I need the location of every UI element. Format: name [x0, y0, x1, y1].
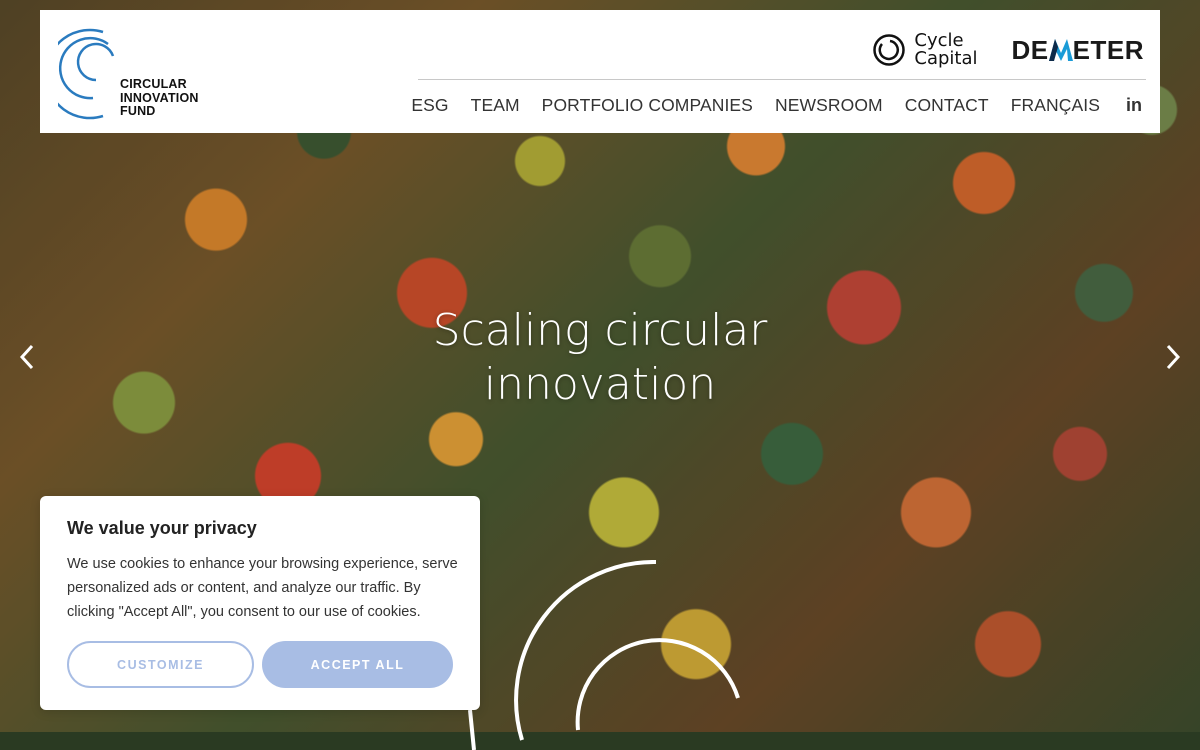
- cookie-title: We value your privacy: [67, 518, 257, 538]
- cookie-consent-panel: We value your privacy We use cookies to …: [40, 496, 480, 710]
- demeter-logo[interactable]: DE ETER: [1012, 35, 1144, 66]
- accept-all-button[interactable]: ACCEPT ALL: [262, 641, 453, 688]
- cycle-capital-logo[interactable]: Cycle Capital: [872, 32, 978, 68]
- logo-text: CIRCULAR INNOVATION FUND: [120, 77, 199, 119]
- partner-logos: Cycle Capital DE ETER: [872, 30, 1144, 70]
- main-nav: ESG TEAM PORTFOLIO COMPANIES NEWSROOM CO…: [411, 92, 1142, 118]
- demeter-text-end: ETER: [1072, 34, 1144, 65]
- hero-headline-line-1: Scaling circular: [432, 305, 768, 356]
- site-header: CIRCULAR INNOVATION FUND Cycle Capital D…: [40, 10, 1160, 133]
- demeter-m-icon: [1048, 39, 1073, 61]
- circular-innovation-fund-logo[interactable]: CIRCULAR INNOVATION FUND: [58, 28, 218, 120]
- hero-headline: Scaling circular innovation: [350, 304, 850, 412]
- nav-francais[interactable]: FRANÇAIS: [1011, 95, 1100, 116]
- nav-contact[interactable]: CONTACT: [905, 95, 989, 116]
- demeter-text-start: DE: [1011, 34, 1049, 65]
- cookie-body: We use cookies to enhance your browsing …: [67, 556, 458, 620]
- nav-team[interactable]: TEAM: [471, 95, 520, 116]
- carousel-prev-button[interactable]: [12, 340, 42, 374]
- cycle-line-2: Capital: [914, 48, 978, 69]
- customize-button[interactable]: CUSTOMIZE: [67, 641, 254, 688]
- nav-portfolio-companies[interactable]: PORTFOLIO COMPANIES: [542, 95, 753, 116]
- cycle-capital-text: Cycle Capital: [914, 32, 977, 68]
- chevron-left-icon: [19, 344, 34, 370]
- nav-divider: [418, 79, 1146, 80]
- nav-newsroom[interactable]: NEWSROOM: [775, 95, 883, 116]
- logo-line-2: INNOVATION: [120, 90, 199, 105]
- chevron-right-icon: [1166, 344, 1181, 370]
- carousel-next-button[interactable]: [1158, 340, 1188, 374]
- decorative-circles-icon: [468, 560, 740, 750]
- logo-line-1: CIRCULAR: [120, 77, 187, 91]
- nav-esg[interactable]: ESG: [411, 95, 448, 116]
- hero-headline-line-2: innovation: [483, 359, 717, 410]
- linkedin-icon[interactable]: in: [1126, 95, 1142, 116]
- cycle-capital-icon: [873, 34, 906, 66]
- logo-line-3: FUND: [120, 104, 156, 118]
